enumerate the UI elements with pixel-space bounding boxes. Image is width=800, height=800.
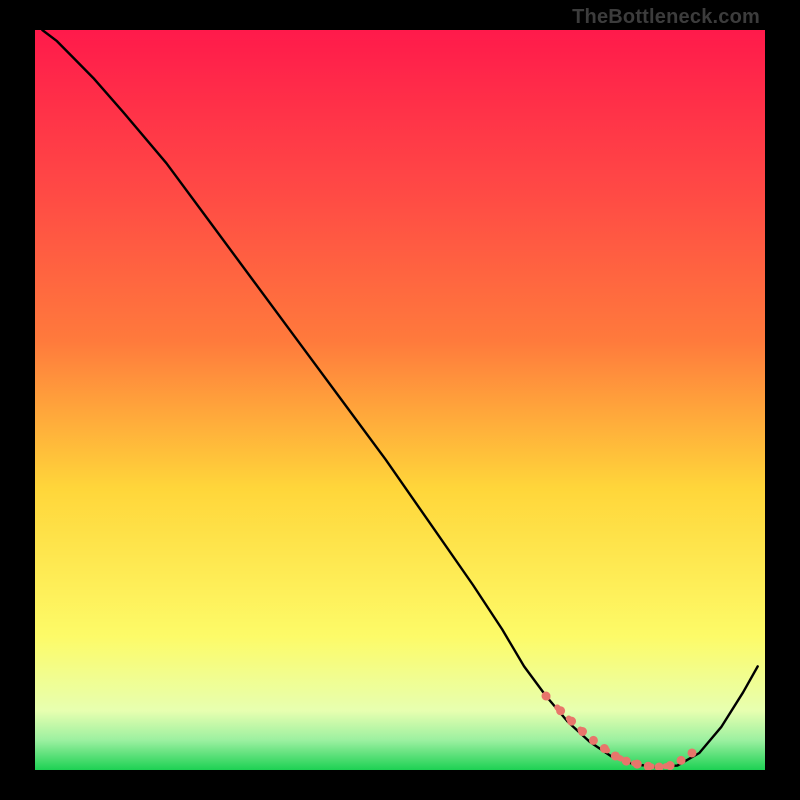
highlight-marker xyxy=(622,757,631,766)
highlight-marker xyxy=(556,706,565,715)
chart-stage: TheBottleneck.com xyxy=(0,0,800,800)
highlight-marker xyxy=(542,692,551,701)
highlight-marker xyxy=(677,756,686,765)
gradient-background xyxy=(35,30,765,770)
highlight-marker xyxy=(567,717,576,726)
highlight-marker xyxy=(688,748,697,757)
highlight-marker xyxy=(578,727,587,736)
highlight-marker xyxy=(633,760,642,769)
highlight-marker xyxy=(666,761,675,770)
plot-area xyxy=(35,30,765,770)
highlight-marker xyxy=(611,751,620,760)
highlight-marker xyxy=(600,744,609,753)
chart-svg xyxy=(35,30,765,770)
highlight-marker xyxy=(589,736,598,745)
watermark-text: TheBottleneck.com xyxy=(572,6,760,29)
